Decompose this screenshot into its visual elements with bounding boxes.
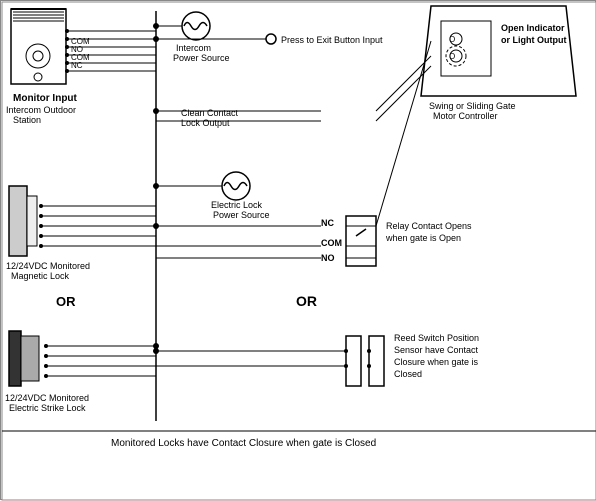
footer-label: Monitored Locks have Contact Closure whe… [111,438,376,449]
svg-text:12/24VDC Monitored: 12/24VDC Monitored [5,393,89,403]
monitor-input-label: Monitor Input [13,93,78,104]
svg-text:Station: Station [13,115,41,125]
svg-text:COM: COM [321,238,342,248]
svg-text:Magnetic Lock: Magnetic Lock [11,271,70,281]
svg-text:Closure when gate is: Closure when gate is [394,357,479,367]
svg-text:NC: NC [71,61,83,70]
wiring-diagram: COM NO COM NC Monitor Input Intercom Out… [0,0,596,500]
svg-text:Clean Contact: Clean Contact [181,108,239,118]
svg-text:NC: NC [321,218,334,228]
svg-text:Lock Output: Lock Output [181,118,230,128]
svg-text:Reed Switch Position: Reed Switch Position [394,333,479,343]
svg-text:Intercom: Intercom [176,43,211,53]
svg-text:O: O [449,52,455,61]
svg-text:Open Indicator: Open Indicator [501,23,565,33]
svg-text:Power Source: Power Source [213,210,270,220]
svg-text:O: O [449,35,455,44]
svg-text:Sensor have Contact: Sensor have Contact [394,345,479,355]
svg-text:Motor Controller: Motor Controller [433,111,498,121]
press-to-exit-label: Press to Exit Button Input [281,35,383,45]
svg-text:Power Source: Power Source [173,53,230,63]
svg-text:when gate is Open: when gate is Open [385,233,461,243]
svg-text:or Light Output: or Light Output [501,35,566,45]
svg-text:NO: NO [321,253,335,263]
intercom-outdoor-label: Intercom Outdoor [6,105,76,115]
svg-text:Swing or Sliding Gate: Swing or Sliding Gate [429,101,516,111]
svg-text:12/24VDC Monitored: 12/24VDC Monitored [6,261,90,271]
svg-text:Electric Lock: Electric Lock [211,200,263,210]
or-label-top: OR [56,294,76,309]
or-label-middle: OR [296,293,317,309]
svg-text:Electric Strike Lock: Electric Strike Lock [9,403,86,413]
svg-text:Closed: Closed [394,369,422,379]
svg-text:Relay Contact Opens: Relay Contact Opens [386,221,472,231]
